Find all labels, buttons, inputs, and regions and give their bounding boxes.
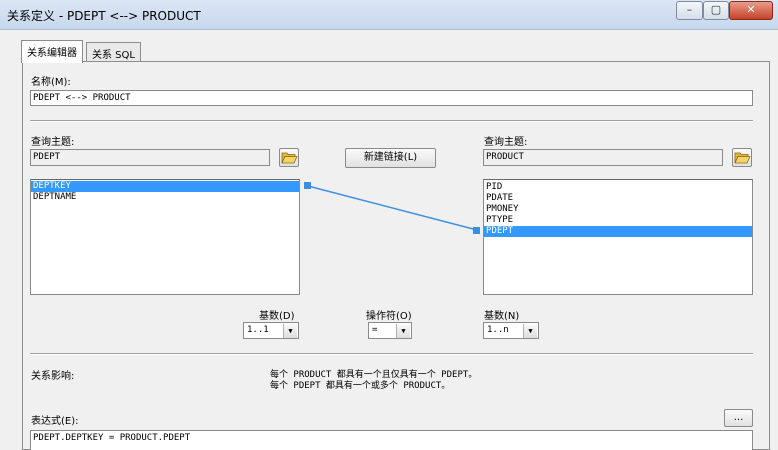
impact-line-2: 每个 PDEPT 都具有一个或多个 PRODUCT。 (270, 381, 451, 391)
expression-label: 表达式(E): (31, 416, 79, 427)
link-line (307, 185, 478, 231)
link-endpoint-right[interactable] (473, 227, 480, 234)
expression-input[interactable]: PDEPT.DEPTKEY = PRODUCT.PDEPT (30, 430, 753, 450)
operator-label: 操作符(O) (366, 311, 412, 322)
divider (30, 353, 753, 355)
link-endpoint-left[interactable] (304, 182, 311, 189)
cardinality-left-label: 基数(D) (259, 311, 295, 322)
chevron-down-icon: ▼ (283, 324, 297, 338)
tab-relationship-editor[interactable]: 关系编辑器 (21, 40, 83, 63)
expression-edit-button[interactable]: ... (724, 409, 753, 427)
cardinality-right-select[interactable]: 1..n ▼ (483, 322, 539, 339)
chevron-down-icon: ▼ (523, 324, 537, 338)
cardinality-right-value: 1..n (487, 325, 509, 335)
cardinality-left-select[interactable]: 1..1 ▼ (243, 322, 299, 339)
operator-value: = (372, 325, 378, 335)
impact-label: 关系影响: (31, 371, 75, 382)
chevron-down-icon: ▼ (396, 324, 410, 338)
operator-select[interactable]: = ▼ (368, 322, 412, 339)
cardinality-left-value: 1..1 (247, 325, 269, 335)
cardinality-right-label: 基数(N) (484, 311, 520, 322)
